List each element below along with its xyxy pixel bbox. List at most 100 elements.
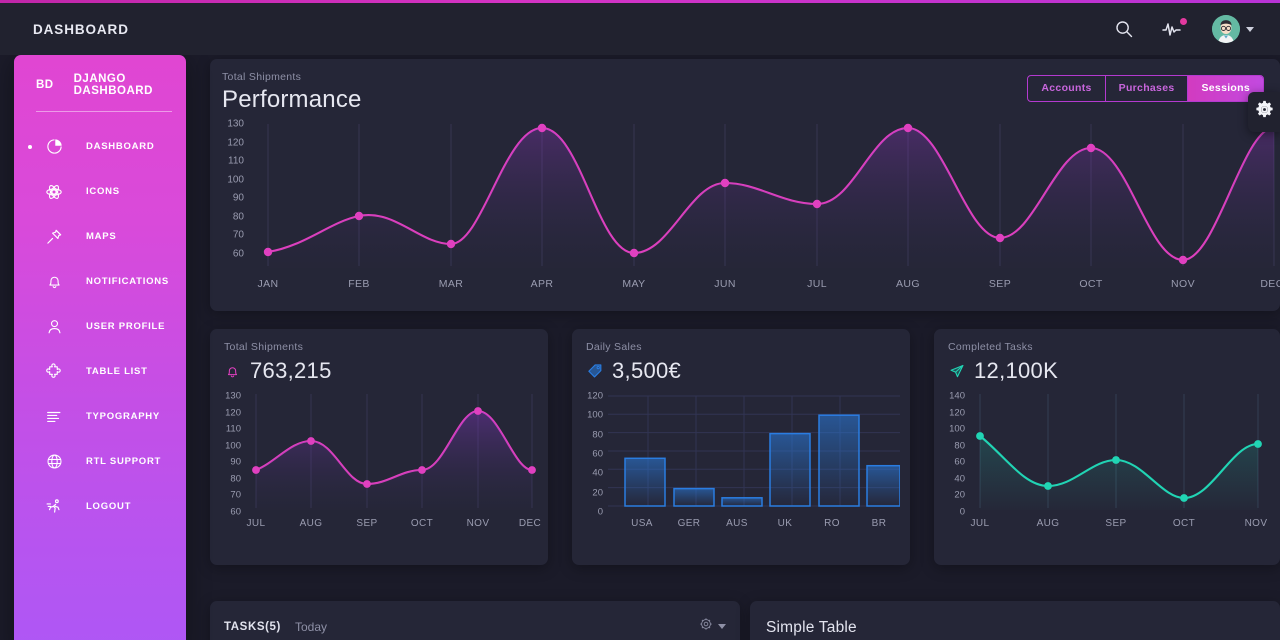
avatar-menu[interactable] [1212, 15, 1254, 43]
x-tick: JUN [714, 278, 736, 290]
search-icon[interactable] [1112, 17, 1136, 41]
tasks-card-header: TASKS(5) Today [210, 601, 740, 636]
x-tick: OCT [410, 518, 434, 529]
gear-icon [1255, 100, 1274, 124]
sidebar-item-rtl-support[interactable]: RTL SUPPORT [14, 439, 186, 484]
sidebar-item-label: RTL SUPPORT [86, 456, 162, 467]
pie-chart-icon [44, 137, 64, 157]
x-tick: NOV [1171, 278, 1195, 290]
y-tick: 80 [232, 211, 244, 223]
completed-tasks-value: 12,100K [974, 358, 1059, 383]
y-tick: 80 [954, 440, 965, 452]
y-tick: 0 [959, 506, 965, 518]
y-tick: 60 [592, 448, 603, 460]
y-tick: 80 [592, 429, 603, 441]
settings-fab-button[interactable] [1248, 92, 1280, 132]
sidebar-item-label: MAPS [86, 231, 117, 242]
x-tick: UK [777, 518, 793, 529]
sales-y-axis: 120 100 80 60 40 20 0 [578, 391, 603, 518]
tab-purchases[interactable]: Purchases [1106, 76, 1189, 101]
sidebar-item-dashboard[interactable]: DASHBOARD [14, 124, 186, 169]
text-lines-icon [44, 407, 64, 427]
x-tick: SEP [1105, 518, 1127, 529]
total-shipments-chart: 130 120 110 100 90 80 70 60 JUL AUG SEP … [210, 384, 548, 534]
tasks-menu-button[interactable] [699, 617, 726, 636]
chevron-down-icon [718, 624, 726, 629]
sidebar-item-label: TYPOGRAPHY [86, 411, 161, 422]
total-shipments-eyebrow: Total Shipments [224, 341, 304, 353]
pulse-activity-icon[interactable] [1162, 17, 1187, 41]
user-avatar [1212, 15, 1240, 43]
sidebar-item-typography[interactable]: TYPOGRAPHY [14, 394, 186, 439]
x-tick: AUG [1036, 518, 1060, 529]
y-tick: 70 [230, 489, 241, 501]
x-tick: NOV [466, 518, 490, 529]
performance-plot [263, 122, 1279, 268]
sidebar-item-maps[interactable]: MAPS [14, 214, 186, 259]
user-icon [44, 317, 64, 337]
x-tick: JUL [807, 278, 827, 290]
x-tick: BR [871, 518, 887, 529]
sidebar-item-icons[interactable]: ICONS [14, 169, 186, 214]
y-tick: 80 [230, 473, 241, 485]
sidebar-item-table-list[interactable]: TABLE LIST [14, 349, 186, 394]
sidebar-nav: DASHBOARD ICONS MAPS NOTIFICATIONS USER … [14, 112, 186, 529]
y-tick: 130 [227, 118, 244, 130]
x-tick: MAY [622, 278, 646, 290]
y-tick: 120 [225, 407, 241, 419]
header-actions [1112, 15, 1254, 43]
tab-accounts[interactable]: Accounts [1028, 76, 1106, 101]
top-accent-bar [0, 0, 1280, 3]
page-title: DASHBOARD [33, 21, 129, 37]
daily-sales-value-row: 3,500€ [586, 358, 896, 384]
y-tick: 0 [597, 506, 603, 518]
x-tick: DEC [518, 518, 542, 529]
brand-mark: BD [36, 79, 54, 91]
daily-sales-chart: 120 100 80 60 40 20 0 USA GER AUS UK RO … [572, 384, 910, 534]
x-tick: JAN [257, 278, 279, 290]
sidebar-item-label: ICONS [86, 186, 120, 197]
x-tick: APR [530, 278, 554, 290]
sidebar-item-logout[interactable]: LOGOUT [14, 484, 186, 529]
performance-toggle-group: Accounts Purchases Sessions [1027, 75, 1264, 102]
sidebar-item-label: DASHBOARD [86, 141, 155, 152]
tasks-card: TASKS(5) Today [210, 601, 740, 640]
performance-eyebrow: Total Shipments [222, 71, 302, 83]
performance-header: Total Shipments Performance Accounts Pur… [210, 59, 1280, 114]
completed-tasks-card: Completed Tasks 12,100K 140 120 100 80 6… [934, 329, 1280, 565]
sidebar-item-notifications[interactable]: NOTIFICATIONS [14, 259, 186, 304]
atom-icon [44, 182, 64, 202]
completed-tasks-header: Completed Tasks 12,100K [934, 329, 1280, 384]
sidebar-item-label: USER PROFILE [86, 321, 166, 332]
shipments-y-axis: 130 120 110 100 90 80 70 60 [216, 391, 241, 518]
x-tick: OCT [1079, 278, 1103, 290]
y-tick: 40 [592, 467, 603, 479]
tasks-plot [976, 394, 1262, 510]
performance-chart: 130 120 110 100 90 80 70 60 JAN FEB MAR … [210, 114, 1280, 304]
y-tick: 90 [230, 456, 241, 468]
y-tick: 20 [592, 487, 603, 499]
pin-icon [44, 227, 64, 247]
top-header: DASHBOARD [0, 3, 1280, 55]
x-tick: AUG [299, 518, 323, 529]
bell-icon [224, 363, 241, 380]
simple-table-title: Simple Table [766, 619, 857, 636]
tasks-subtitle: Today [294, 619, 328, 634]
x-tick: RO [824, 518, 840, 529]
x-tick: AUS [726, 518, 748, 529]
y-tick: 60 [230, 506, 241, 518]
y-tick: 100 [225, 440, 241, 452]
tag-icon [586, 363, 603, 380]
performance-y-axis: 130 120 110 100 90 80 70 60 [216, 119, 244, 260]
x-tick: GER [677, 518, 701, 529]
sidebar-brand[interactable]: BD DJANGO DASHBOARD [14, 55, 186, 97]
puzzle-icon [44, 362, 64, 382]
daily-sales-header: Daily Sales 3,500€ [572, 329, 910, 384]
send-icon [948, 363, 965, 380]
y-tick: 100 [949, 423, 965, 435]
sidebar-item-user-profile[interactable]: USER PROFILE [14, 304, 186, 349]
sidebar: BD DJANGO DASHBOARD DASHBOARD ICONS MAPS… [14, 55, 186, 640]
running-icon [44, 497, 64, 517]
x-tick: NOV [1244, 518, 1268, 529]
shipments-plot [252, 394, 536, 510]
